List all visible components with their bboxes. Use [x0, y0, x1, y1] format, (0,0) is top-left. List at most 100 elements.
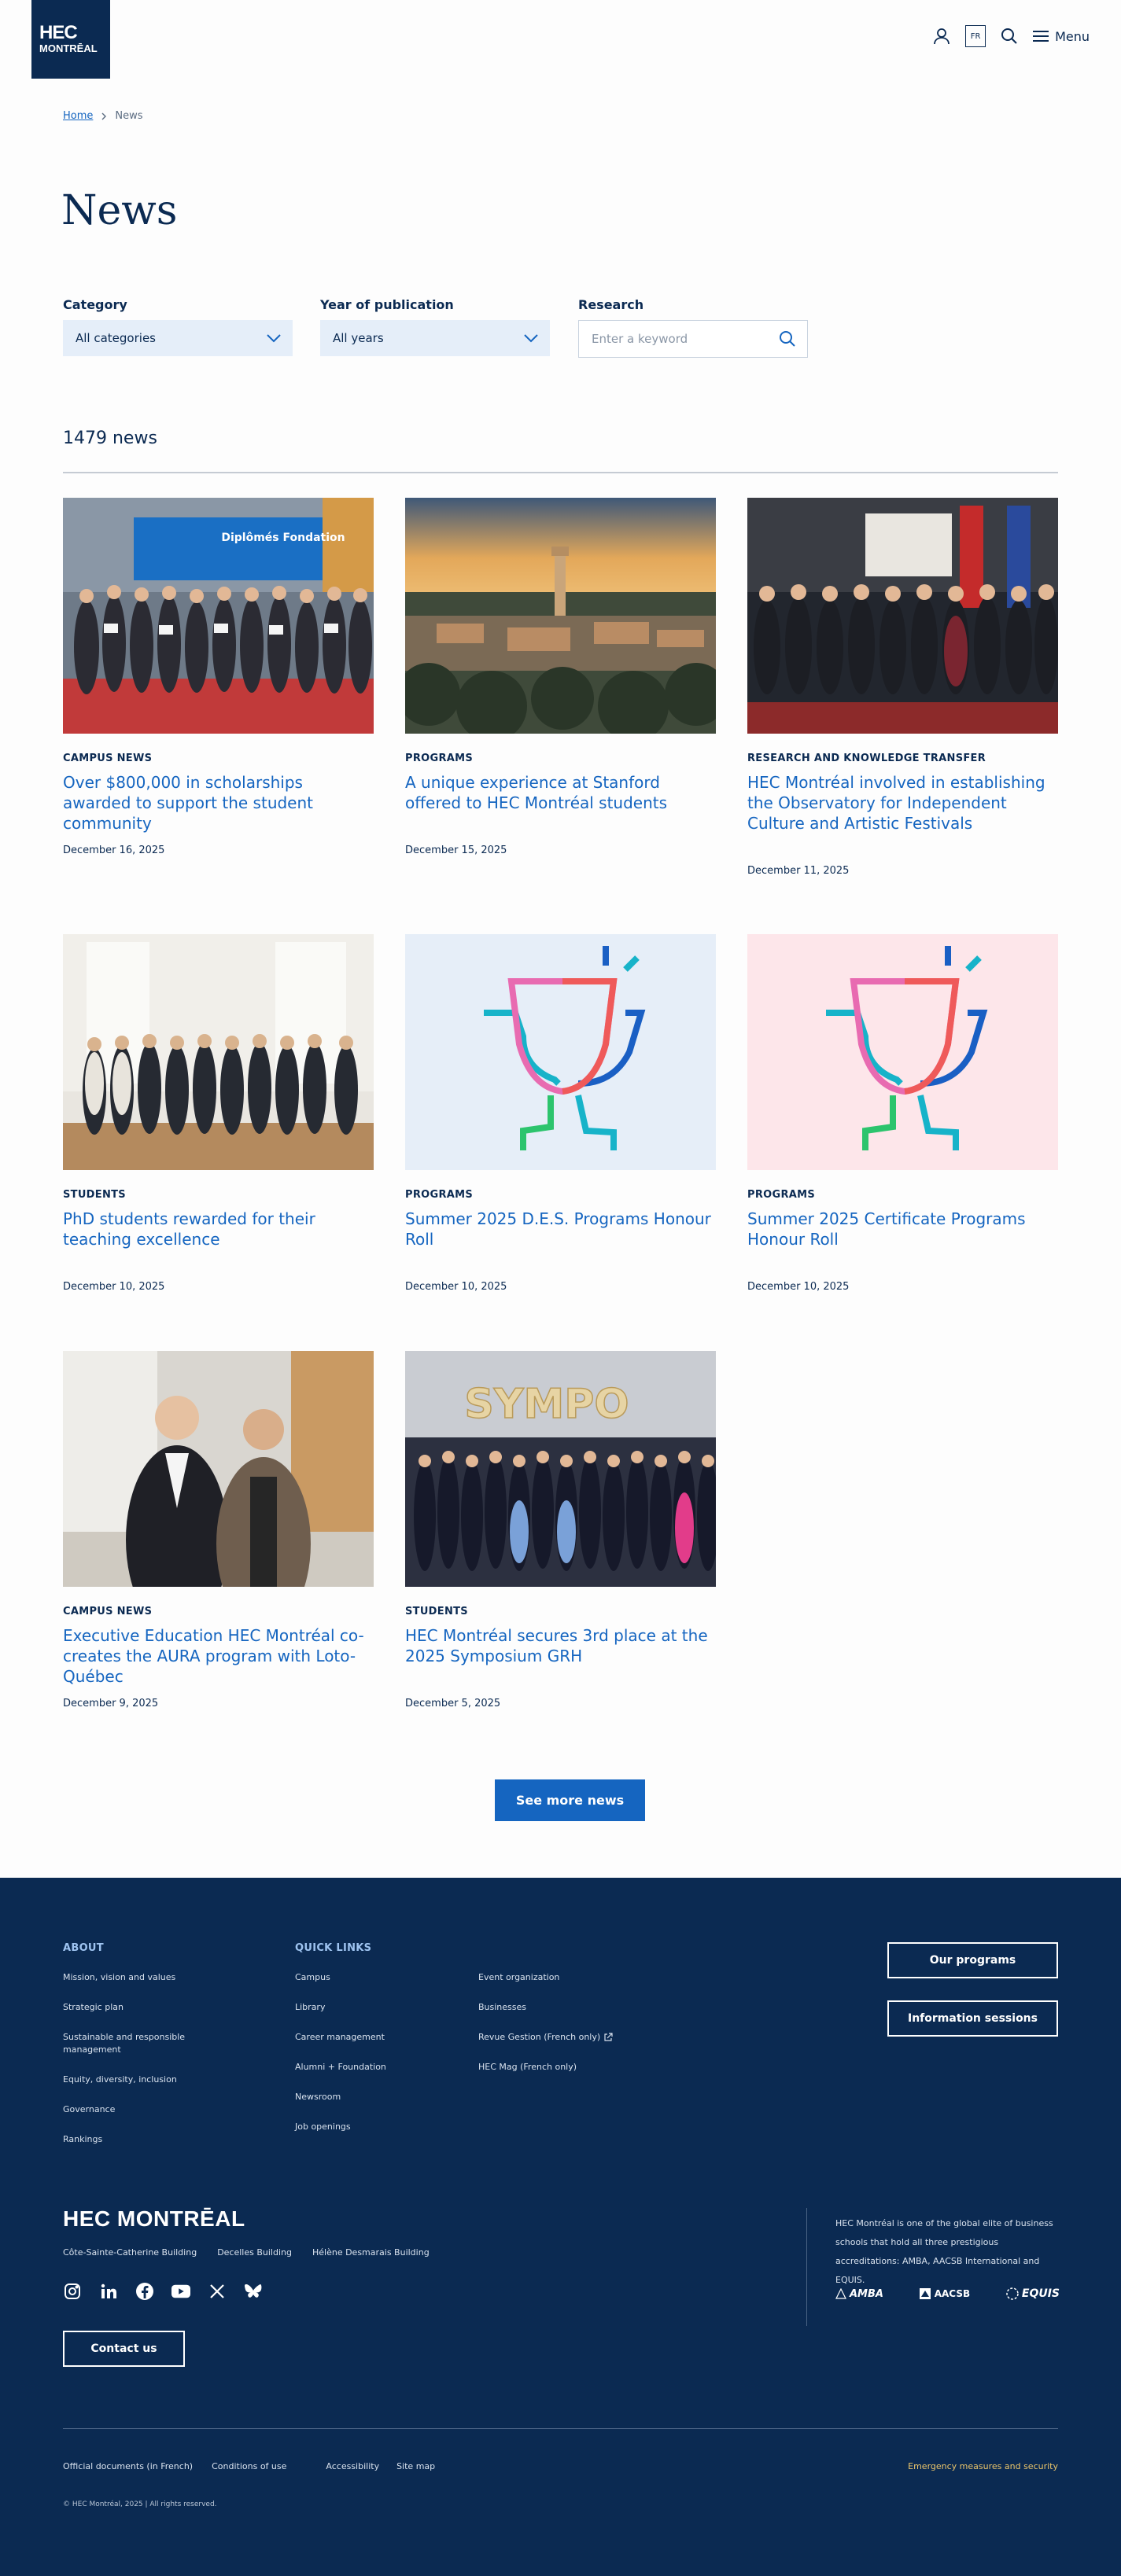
- observatory-photo[interactable]: [747, 498, 1058, 734]
- footer-link[interactable]: Businesses: [478, 2001, 675, 2014]
- search-input[interactable]: [592, 332, 765, 346]
- emergency-link[interactable]: Emergency measures and security: [908, 2461, 1058, 2471]
- footer: ABOUT Mission, vision and values Strateg…: [0, 1878, 1121, 2576]
- article-title[interactable]: Summer 2025 Certificate Programs Honour …: [747, 1209, 1058, 1249]
- article-date: December 5, 2025: [405, 1698, 501, 1709]
- user-icon[interactable]: [931, 25, 953, 47]
- footer-logo[interactable]: HEC MONTRĒAL: [63, 2206, 245, 2232]
- footer-divider: [63, 2428, 1058, 2429]
- building-link[interactable]: Decelles Building: [217, 2247, 292, 2258]
- instagram-icon[interactable]: [63, 2282, 82, 2301]
- article-category: CAMPUS NEWS: [63, 1606, 153, 1617]
- linkedin-icon[interactable]: [99, 2282, 118, 2301]
- news-card[interactable]: PROGRAMS A unique experience at Stanford…: [405, 498, 716, 856]
- see-more-news-button[interactable]: See more news: [495, 1779, 645, 1821]
- footer-link[interactable]: Event organization: [478, 1971, 675, 1984]
- footer-link[interactable]: Job openings: [295, 2121, 468, 2133]
- article-title[interactable]: Executive Education HEC Montréal co-crea…: [63, 1625, 374, 1687]
- footer-link[interactable]: Newsroom: [295, 2091, 468, 2103]
- footer-about: ABOUT Mission, vision and values Strateg…: [63, 1942, 236, 2163]
- footer-link[interactable]: Sustainable and responsible management: [63, 2031, 205, 2056]
- footer-bottom-links: Official documents (in French) Condition…: [63, 2461, 435, 2471]
- building-link[interactable]: Hélène Desmarais Building: [312, 2247, 430, 2258]
- footer-link[interactable]: Alumni + Foundation: [295, 2061, 468, 2074]
- footer-link[interactable]: Governance: [63, 2103, 236, 2116]
- stanford-photo[interactable]: [405, 498, 716, 734]
- footer-bottom-link[interactable]: Site map: [396, 2461, 435, 2471]
- article-category: PROGRAMS: [747, 1189, 816, 1201]
- article-date: December 10, 2025: [405, 1281, 507, 1293]
- contact-us-button[interactable]: Contact us: [63, 2331, 185, 2367]
- news-card[interactable]: CAMPUS NEWS Executive Education HEC Mont…: [63, 1351, 374, 1709]
- amba-logo-label: AMBA: [850, 2287, 883, 2300]
- news-card[interactable]: RESEARCH AND KNOWLEDGE TRANSFER HEC Mont…: [747, 498, 1058, 877]
- news-card[interactable]: Diplômés Fondation CAMPUS NEWS Over $800…: [63, 498, 374, 856]
- footer-link[interactable]: Equity, diversity, inclusion: [63, 2074, 236, 2086]
- search-icon[interactable]: [779, 330, 796, 348]
- equis-logo-label: EQUIS: [1021, 2287, 1060, 2300]
- article-date: December 11, 2025: [747, 865, 850, 877]
- hec-logo[interactable]: HEC MONTRĒAL: [31, 0, 110, 79]
- category-label: Category: [63, 297, 127, 312]
- search-icon[interactable]: [998, 25, 1020, 47]
- header-tools: FR Menu: [931, 25, 1090, 47]
- breadcrumb-home[interactable]: Home: [63, 110, 93, 122]
- footer-link[interactable]: Campus: [295, 1971, 468, 1984]
- aacsb-logo: AACSB: [919, 2287, 970, 2300]
- our-programs-button[interactable]: Our programs: [887, 1942, 1058, 1978]
- breadcrumb: Home News: [63, 110, 143, 122]
- year-select[interactable]: All years: [320, 320, 550, 356]
- scholarship-photo[interactable]: Diplômés Fondation: [63, 498, 374, 734]
- symposium-photo[interactable]: SYMPO: [405, 1351, 716, 1587]
- footer-link[interactable]: Career management: [295, 2031, 468, 2044]
- article-title[interactable]: Summer 2025 D.E.S. Programs Honour Roll: [405, 1209, 716, 1249]
- footer-bottom-link[interactable]: Official documents (in French): [63, 2461, 193, 2471]
- aura-program-photo[interactable]: [63, 1351, 374, 1587]
- building-link[interactable]: Côte-Sainte-Catherine Building: [63, 2247, 197, 2258]
- menu-button[interactable]: Menu: [1033, 29, 1090, 44]
- banner-text: SYMPO: [464, 1381, 629, 1428]
- x-icon[interactable]: [208, 2282, 227, 2301]
- article-title[interactable]: Over $800,000 in scholarships awarded to…: [63, 772, 374, 834]
- news-card[interactable]: PROGRAMS Summer 2025 D.E.S. Programs Hon…: [405, 934, 716, 1293]
- accreditation-text: HEC Montréal is one of the global elite …: [835, 2218, 1053, 2285]
- footer-link[interactable]: Revue Gestion (French only): [478, 2031, 675, 2044]
- article-category: STUDENTS: [405, 1606, 468, 1617]
- footer-quick-links-heading: QUICK LINKS: [295, 1942, 372, 1954]
- amba-logo: AMBA: [835, 2288, 883, 2300]
- category-select[interactable]: All categories: [63, 320, 293, 356]
- news-card[interactable]: SYMPO STUDENTS HEC Montréal secures 3rd …: [405, 1351, 716, 1709]
- trophy-pink-illustration[interactable]: [747, 934, 1058, 1170]
- footer-bottom-link[interactable]: Accessibility: [326, 2461, 379, 2471]
- footer-link-label: Revue Gestion (French only): [478, 2032, 601, 2042]
- banner-text: Diplômés Fondation: [221, 532, 345, 544]
- trophy-blue-illustration[interactable]: [405, 934, 716, 1170]
- footer-link[interactable]: Mission, vision and values: [63, 1971, 236, 1984]
- bluesky-icon[interactable]: [244, 2282, 263, 2301]
- year-value: All years: [333, 331, 384, 345]
- article-date: December 10, 2025: [63, 1281, 165, 1293]
- article-title[interactable]: HEC Montréal secures 3rd place at the 20…: [405, 1625, 716, 1666]
- footer-link[interactable]: Strategic plan: [63, 2001, 236, 2014]
- facebook-icon[interactable]: [135, 2282, 154, 2301]
- category-filter: Category All categories: [63, 297, 293, 356]
- youtube-icon[interactable]: [171, 2282, 190, 2301]
- footer-link[interactable]: Library: [295, 2001, 468, 2014]
- social-links: [63, 2282, 263, 2301]
- article-title[interactable]: PhD students rewarded for their teaching…: [63, 1209, 374, 1249]
- article-category: RESEARCH AND KNOWLEDGE TRANSFER: [747, 753, 986, 764]
- news-card[interactable]: PROGRAMS Summer 2025 Certificate Program…: [747, 934, 1058, 1293]
- article-date: December 15, 2025: [405, 845, 507, 856]
- year-label: Year of publication: [320, 297, 454, 312]
- phd-students-photo[interactable]: [63, 934, 374, 1170]
- aacsb-logo-label: AACSB: [934, 2288, 971, 2299]
- article-title[interactable]: A unique experience at Stanford offered …: [405, 772, 716, 813]
- language-toggle[interactable]: FR: [965, 25, 986, 47]
- footer-link[interactable]: Rankings: [63, 2133, 236, 2146]
- footer-bottom-link[interactable]: Conditions of use: [212, 2461, 286, 2471]
- news-card[interactable]: STUDENTS PhD students rewarded for their…: [63, 934, 374, 1293]
- footer-link[interactable]: HEC Mag (French only): [478, 2061, 675, 2074]
- information-sessions-button[interactable]: Information sessions: [887, 2000, 1058, 2037]
- article-date: December 10, 2025: [747, 1281, 850, 1293]
- article-title[interactable]: HEC Montréal involved in establishing th…: [747, 772, 1058, 834]
